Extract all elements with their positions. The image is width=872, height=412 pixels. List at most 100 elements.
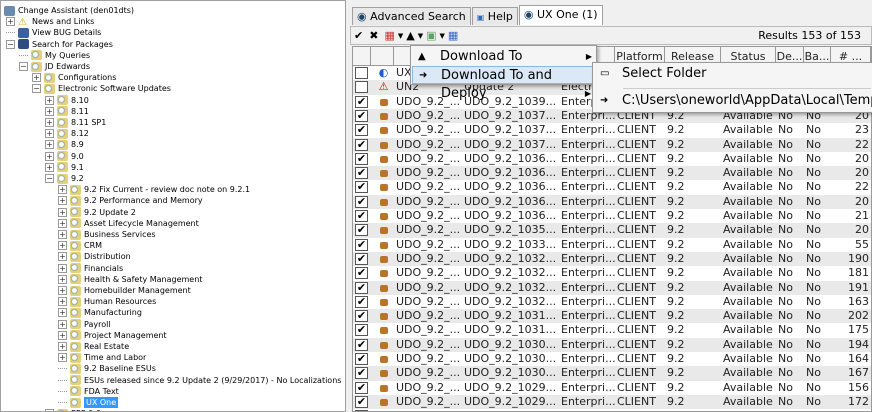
table-row[interactable]: ✔ UDO_9.2_... UDO_9.2_1037... Enterpri... CL… [353, 123, 871, 137]
save-icon[interactable]: ▣ [426, 29, 436, 42]
row-checkbox[interactable]: ✔ [355, 181, 368, 194]
row-checkbox[interactable]: ✔ [355, 195, 368, 208]
search-details-icon[interactable]: ▦ [448, 29, 458, 42]
tree-node[interactable]: + Manufacturing [58, 307, 142, 318]
tree-node[interactable]: − Search for Packages [6, 39, 113, 50]
tree-node[interactable]: UX One [58, 397, 119, 408]
tree-node[interactable]: + Financials [58, 263, 123, 274]
table-row[interactable]: ✔ UDO_9.2_... UDO_9.2_1036... Enterpri... CL… [353, 180, 871, 194]
row-checkbox[interactable]: ✔ [355, 224, 368, 237]
tree-node[interactable]: + Business Services [58, 229, 156, 240]
collapse-icon[interactable]: − [45, 174, 54, 183]
tree-node[interactable]: + Human Resources [58, 296, 156, 307]
tree-node[interactable]: My Queries [19, 50, 90, 61]
tree-node[interactable]: + Asset Lifecycle Management [58, 218, 199, 229]
table-row[interactable]: ✔ UDO_9.2_... UDO_9.2_1031... Enterpri... CL… [353, 309, 871, 324]
expand-icon[interactable]: + [58, 319, 67, 329]
tree-node[interactable]: +8.12 [45, 128, 89, 139]
table-row[interactable]: ✔ UDO_9.2_... UDO_9.2_1032... Enterpri... CL… [353, 280, 871, 295]
tree-node[interactable]: +EPP 9.0 [45, 408, 101, 411]
menu-item-download-to[interactable]: ▲ Download To ▶ [412, 48, 596, 66]
tree-node[interactable]: + Homebuilder Management [58, 285, 191, 296]
tree-node[interactable]: +8.11 [45, 106, 89, 117]
row-checkbox[interactable]: ✔ [355, 267, 368, 280]
collapse-icon[interactable]: − [32, 84, 41, 94]
tree-node[interactable]: +9.2 Performance and Memory [58, 195, 203, 206]
row-checkbox[interactable]: ✔ [355, 238, 368, 251]
table-row[interactable]: ✔ UDO_9.2_... UDO_9.2_1030... Enterpri... CL… [353, 366, 871, 381]
tree-node[interactable]: +9.2 Update 2 [58, 207, 136, 218]
menu-item-recent-folder[interactable]: ➜ C:\Users\oneworld\AppData\Local\Temp\4 [594, 92, 872, 110]
row-checkbox[interactable]: ✔ [355, 124, 368, 137]
expand-icon[interactable]: + [45, 140, 54, 150]
chevron-down-icon[interactable]: ▼ [418, 32, 423, 40]
row-checkbox[interactable]: ✔ [355, 138, 368, 151]
tree-node[interactable]: Change Assistant (den01dts) [4, 5, 134, 16]
row-checkbox[interactable]: ✔ [355, 324, 368, 337]
expand-icon[interactable]: + [45, 129, 54, 139]
menu-item-download-to-and-deploy[interactable]: ➜ Download To and Deploy ▶ [412, 66, 596, 101]
table-row[interactable]: ✔ UDO_9.2_... UDO_9.2_1037... Enterpri... CL… [353, 137, 871, 152]
tree-node[interactable]: +8.11 SP1 [45, 117, 106, 128]
row-checkbox[interactable]: ✔ [355, 95, 368, 108]
tree-node[interactable]: +9.2 Fix Current - review doc note on 9.… [58, 184, 250, 195]
expand-icon[interactable]: + [45, 118, 54, 127]
tree-node[interactable]: + Project Management [58, 330, 167, 341]
expand-icon[interactable]: + [45, 95, 54, 105]
row-checkbox[interactable]: ✔ [355, 295, 368, 308]
row-checkbox[interactable]: ✔ [355, 367, 368, 380]
row-checkbox[interactable]: ✔ [355, 109, 368, 122]
row-checkbox[interactable]: ✔ [355, 338, 368, 351]
tree-node[interactable]: +9.0 [45, 151, 84, 162]
tree-node[interactable]: +8.10 [45, 95, 89, 106]
expand-icon[interactable]: + [58, 230, 67, 239]
column-header[interactable] [353, 47, 371, 66]
tree-node[interactable]: View BUG Details [6, 27, 101, 38]
tree-node[interactable]: + CRM [58, 240, 102, 251]
chevron-down-icon[interactable]: ▼ [440, 32, 445, 40]
expand-icon[interactable]: + [58, 274, 67, 284]
table-row[interactable]: ✔ UDO_9.2_... UDO_9.2_1036... Enterpri... CL… [353, 194, 871, 209]
tab-advanced-search[interactable]: ◉ Advanced Search [352, 7, 471, 25]
row-checkbox[interactable]: ✔ [355, 395, 368, 408]
table-row[interactable]: ✔ UDO_9.2_... UDO_9.2_1029... Enterpri... CL… [353, 381, 871, 395]
tree-node[interactable]: 9.2 Baseline ESUs [58, 363, 156, 374]
tree-node[interactable]: + Time and Labor [58, 352, 146, 363]
expand-icon[interactable]: + [58, 185, 67, 195]
row-checkbox[interactable]: ✔ [355, 281, 368, 294]
expand-icon[interactable]: + [45, 162, 54, 172]
uncheck-all-icon[interactable]: ✖ [369, 29, 378, 42]
expand-icon[interactable]: + [58, 286, 67, 295]
expand-icon[interactable]: + [45, 151, 54, 161]
row-checkbox[interactable]: ✔ [355, 310, 368, 323]
expand-icon[interactable]: + [58, 218, 67, 228]
row-checkbox[interactable] [355, 67, 368, 79]
table-row[interactable]: ✔ UDO_9.2_... UDO_9.2_1036... Enterpri... CL… [353, 152, 871, 166]
table-row[interactable]: ✔ UDO_9.2_... UDO_9.2_1032... Enterpri... CL… [353, 295, 871, 309]
row-checkbox[interactable] [355, 81, 368, 94]
tab-ux-one[interactable]: ◉ UX One (1) [518, 5, 603, 25]
tree-node[interactable]: +9.1 [45, 162, 84, 173]
expand-icon[interactable]: + [58, 297, 67, 307]
tree-node[interactable]: − JD Edwards [19, 61, 90, 72]
table-row[interactable]: ✔ UDO_9.2_... UDO_9.2_1036... Enterpri... CL… [353, 209, 871, 223]
expand-icon[interactable]: + [58, 241, 67, 251]
tree-node[interactable]: + Payroll [58, 319, 111, 330]
tree-node[interactable]: FDA Text [58, 386, 119, 397]
collapse-icon[interactable]: − [19, 62, 28, 71]
row-checkbox[interactable]: ✔ [355, 167, 368, 180]
row-checkbox[interactable]: ✔ [355, 353, 368, 365]
expand-icon[interactable]: + [58, 308, 67, 318]
table-row[interactable]: ✔ UDO_9.2_... UDO_9.2_1031... Enterpri... CL… [353, 323, 871, 337]
table-row[interactable]: ✔ UDO_9.2_... UDO_9.2_1036... Enterpri... CL… [353, 166, 871, 181]
expand-icon[interactable]: + [58, 263, 67, 273]
table-row[interactable]: ✔ UDO_9.2_... UDO_9.2_1035... Enterpri... CL… [353, 223, 871, 238]
tree-node[interactable]: + Distribution [58, 251, 131, 262]
table-row[interactable]: ✔ UDO_9.2_... UDO_9.2_1032... Enterpri... CL… [353, 266, 871, 280]
expand-icon[interactable]: + [58, 207, 67, 217]
expand-icon[interactable]: + [45, 106, 54, 116]
tree-node[interactable]: − Electronic Software Updates [32, 83, 171, 94]
expand-icon[interactable]: + [58, 196, 67, 206]
tree-node[interactable]: + ⚠ News and Links [6, 16, 94, 28]
chart-icon[interactable]: ▦ [384, 29, 394, 42]
